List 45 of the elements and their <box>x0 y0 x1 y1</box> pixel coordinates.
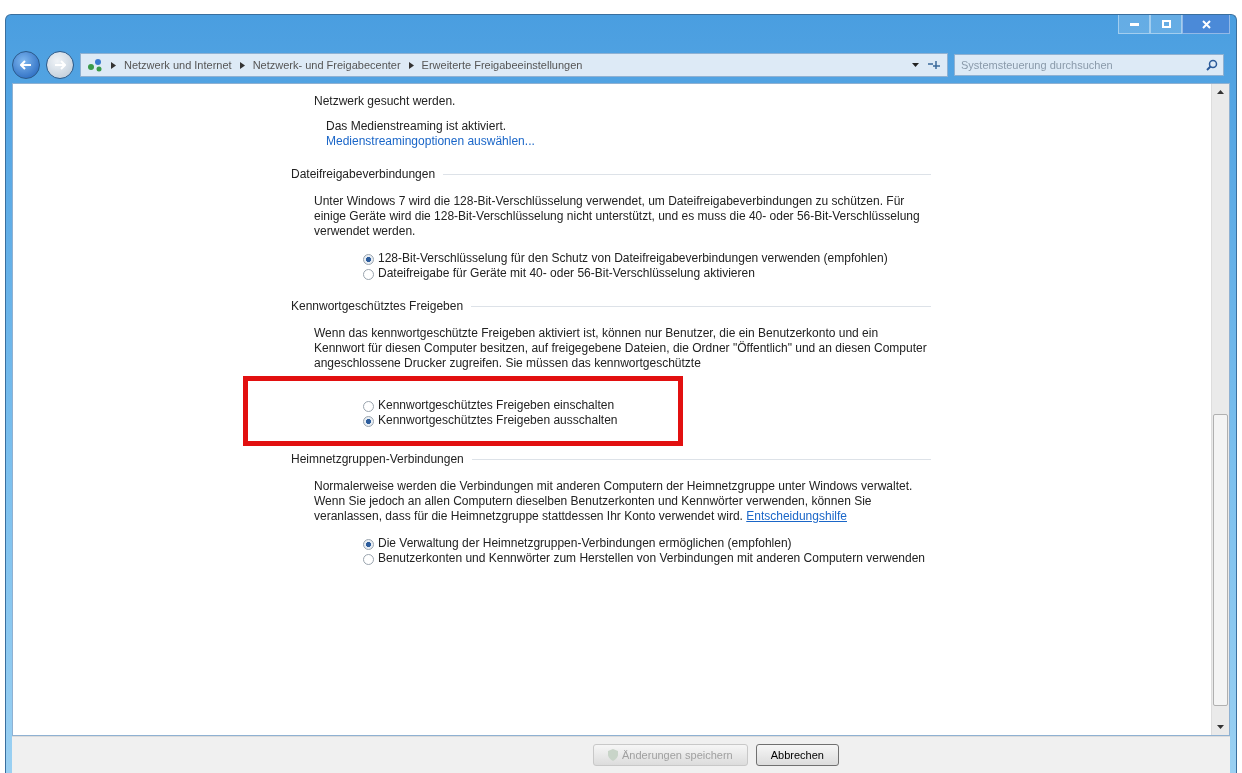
chevron-right-icon <box>111 61 116 69</box>
network-icon <box>87 58 103 72</box>
paragraph-text: Wenn das kennwortgeschützte Freigeben aktiviert ist, können nur Benutzer, die ein Benutzerkonto und ein Kennwort für diesen Computer besitzen, auf freigegebene Dateien, die Ordner "Öffentlich" und an diesen Computer angeschlossene Drucker zugreifen. Sie müssen das kennwortgeschützte <box>313 326 928 371</box>
paragraph-text: Netzwerk gesucht werden. <box>313 94 457 109</box>
breadcrumb-item[interactable]: Netzwerk- und Freigabecenter <box>252 59 401 71</box>
chevron-right-icon <box>408 61 414 69</box>
forward-button[interactable] <box>46 51 74 79</box>
breadcrumb-item[interactable]: Erweiterte Freigabeeinstellungen <box>421 59 583 71</box>
scrollbar[interactable] <box>1211 84 1229 735</box>
radio-option[interactable]: Dateifreigabe für Geräte mit 40- oder 56-Bit-Verschlüsselung aktivieren <box>363 266 931 281</box>
minimize-icon <box>1129 22 1139 26</box>
paragraph-text: Normalerweise werden die Verbindungen mit anderen Computern der Heimnetzgruppe unter Windows verwaltet. Wenn Sie jedoch an allen Computern dieselben Benutzerkonten und Kennwörter verwenden, können Sie veranlassen, dass für die Heimnetzgruppe stattdessen Ihr Konto verwendet wird. Entscheidungshilfe <box>313 479 914 524</box>
scroll-up-icon[interactable] <box>1217 90 1224 94</box>
radio-option[interactable]: Kennwortgeschütztes Freigeben ausschalten <box>363 413 931 428</box>
cancel-button[interactable]: Abbrechen <box>755 744 839 766</box>
radio-button[interactable] <box>363 269 374 280</box>
arrow-left-icon <box>20 60 32 70</box>
chevron-right-icon <box>239 61 245 69</box>
radio-option[interactable]: 128-Bit-Verschlüsselung für den Schutz von Dateifreigabeverbindungen verwenden (empfohlen) <box>363 251 931 266</box>
section-heading: Heimnetzgruppen-Verbindungen <box>291 452 464 467</box>
radio-button[interactable] <box>363 416 374 427</box>
breadcrumb-item[interactable]: Netzwerk und Internet <box>124 59 232 71</box>
status-text: Das Medienstreaming ist aktiviert. <box>325 119 508 134</box>
radio-option[interactable]: Die Verwaltung der Heimnetzgruppen-Verbindungen ermöglichen (empfohlen) <box>363 536 931 551</box>
help-link[interactable]: Entscheidungshilfe <box>746 509 847 523</box>
search-field[interactable]: Systemsteuerung durchsuchen <box>954 54 1224 76</box>
radio-button[interactable] <box>363 401 374 412</box>
section-heading: Kennwortgeschütztes Freigeben <box>291 299 464 314</box>
arrow-right-icon <box>54 60 66 70</box>
close-button[interactable] <box>1182 15 1230 34</box>
streaming-options-link[interactable]: Medienstreamingoptionen auswählen... <box>326 134 535 148</box>
radio-button[interactable] <box>363 539 374 550</box>
radio-button[interactable] <box>363 554 374 565</box>
radio-option[interactable]: Benutzerkonten und Kennwörter zum Herstellen von Verbindungen mit anderen Computern verwenden <box>363 551 931 566</box>
scroll-down-icon[interactable] <box>1217 725 1224 729</box>
paragraph-text: Unter Windows 7 wird die 128-Bit-Verschlüsselung verwendet, um Dateifreigabeverbindungen zu schützen. Für einige Geräte wird die 128-Bit-Verschlüsselung nicht unterstützt, und es muss die 40- oder 56-Bit-Verschlüsselung verwendet werden. <box>313 194 921 239</box>
shield-icon <box>608 749 619 761</box>
radio-option[interactable]: Kennwortgeschütztes Freigeben einschalten <box>363 398 931 413</box>
address-bar[interactable]: Netzwerk und Internet Netzwerk- und Freigabecenter Erweiterte Freigabeeinstellungen <box>80 53 948 77</box>
maximize-icon <box>1161 20 1171 28</box>
close-icon <box>1201 19 1211 29</box>
section-heading: Dateifreigabeverbindungen <box>291 167 436 182</box>
dropdown-arrow-icon <box>912 63 919 67</box>
radio-button[interactable] <box>363 254 374 265</box>
back-button[interactable] <box>12 51 40 79</box>
